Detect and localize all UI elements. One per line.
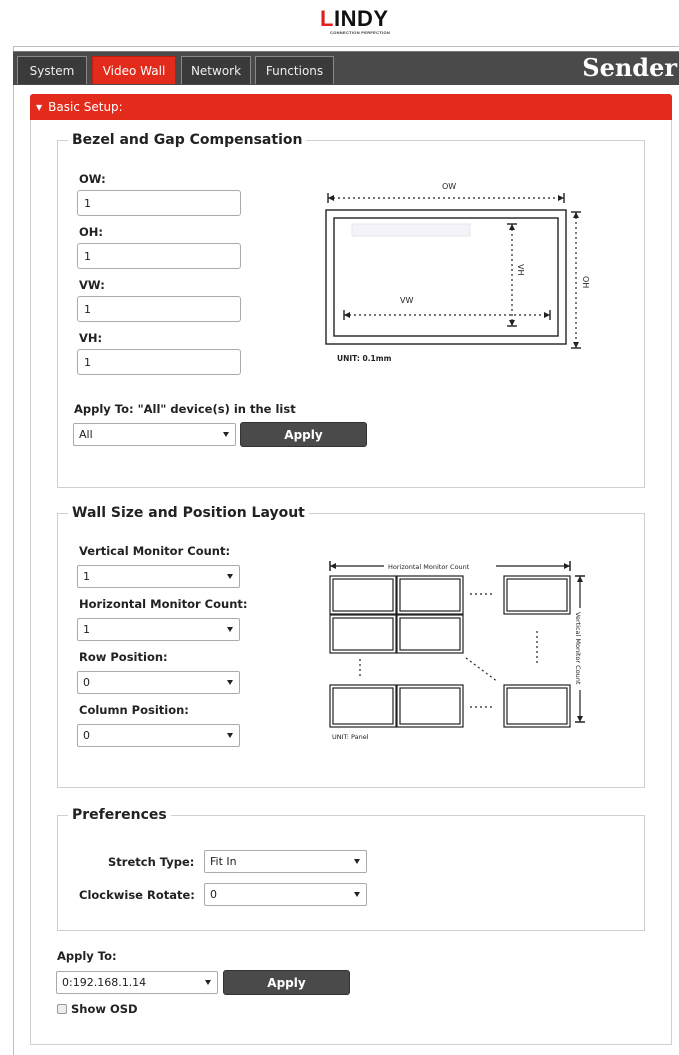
wall-layout-diagram: Horizontal Monitor Count Vertical Monito… bbox=[329, 560, 587, 741]
vh-label: VH: bbox=[79, 331, 103, 345]
preferences-legend: Preferences bbox=[72, 807, 167, 823]
row-position-value: 0 bbox=[83, 676, 90, 689]
stretch-type-label: Stretch Type: bbox=[108, 855, 195, 869]
chevron-down-icon bbox=[227, 680, 233, 685]
chevron-down-icon bbox=[354, 892, 360, 897]
logo-tagline: CONNECTION PERFECTION bbox=[330, 30, 391, 35]
tab-system[interactable]: System bbox=[17, 56, 87, 84]
tab-network[interactable]: Network bbox=[181, 56, 251, 84]
oh-input[interactable]: 1 bbox=[77, 243, 241, 269]
wall-unit-note: UNIT: Panel bbox=[332, 733, 369, 741]
show-osd-checkbox[interactable] bbox=[57, 1004, 67, 1014]
column-position-label: Column Position: bbox=[79, 703, 189, 717]
top-nav-bar: System Video Wall Network Functions Send… bbox=[13, 51, 679, 85]
vw-input[interactable]: 1 bbox=[77, 296, 241, 322]
vw-diagram-label: VW bbox=[400, 296, 413, 305]
chevron-down-icon bbox=[354, 859, 360, 864]
ow-diagram-label: OW bbox=[442, 182, 456, 191]
vertical-count-select[interactable]: 1 bbox=[77, 565, 240, 588]
apply-to-value: 0:192.168.1.14 bbox=[62, 976, 147, 989]
bezel-apply-to-label: Apply To: "All" device(s) in the list bbox=[74, 402, 296, 416]
apply-to-label: Apply To: bbox=[57, 949, 117, 963]
bezel-apply-to-value: All bbox=[79, 428, 93, 441]
stretch-type-select[interactable]: Fit In bbox=[204, 850, 367, 873]
vh-input[interactable]: 1 bbox=[77, 349, 241, 375]
bezel-diagram: OW VW VH OH UNIT: 0.1mm bbox=[325, 182, 590, 363]
chevron-down-icon bbox=[205, 980, 211, 985]
vw-label: VW: bbox=[79, 278, 105, 292]
basic-setup-header[interactable]: ▼ Basic Setup: bbox=[30, 94, 672, 120]
wall-layout-legend: Wall Size and Position Layout bbox=[72, 505, 305, 521]
chevron-down-icon bbox=[227, 627, 233, 632]
clockwise-rotate-value: 0 bbox=[210, 888, 217, 901]
tab-functions[interactable]: Functions bbox=[255, 56, 334, 84]
chevron-down-icon bbox=[227, 733, 233, 738]
bezel-gap-legend: Bezel and Gap Compensation bbox=[72, 132, 303, 148]
vertical-count-value: 1 bbox=[83, 570, 90, 583]
basic-setup-title: Basic Setup: bbox=[48, 100, 123, 114]
oh-diagram-label: OH bbox=[581, 276, 590, 288]
show-osd-label[interactable]: Show OSD bbox=[71, 1002, 138, 1016]
horizontal-count-diagram-label: Horizontal Monitor Count bbox=[388, 563, 470, 571]
collapse-triangle-icon: ▼ bbox=[36, 102, 43, 112]
ow-label: OW: bbox=[79, 172, 106, 186]
bezel-apply-button[interactable]: Apply bbox=[240, 422, 367, 447]
vertical-count-diagram-label: Vertical Monitor Count bbox=[574, 612, 582, 685]
tab-video-wall[interactable]: Video Wall bbox=[92, 56, 176, 84]
oh-label: OH: bbox=[79, 225, 103, 239]
chevron-down-icon bbox=[227, 574, 233, 579]
column-position-select[interactable]: 0 bbox=[77, 724, 240, 747]
chevron-down-icon bbox=[223, 432, 229, 437]
row-position-label: Row Position: bbox=[79, 650, 168, 664]
horizontal-count-label: Horizontal Monitor Count: bbox=[79, 597, 248, 611]
bezel-apply-to-select[interactable]: All bbox=[73, 423, 236, 446]
stretch-type-value: Fit In bbox=[210, 855, 237, 868]
device-role-title: Sender bbox=[582, 53, 677, 82]
ow-input[interactable]: 1 bbox=[77, 190, 241, 216]
row-position-select[interactable]: 0 bbox=[77, 671, 240, 694]
horizontal-count-select[interactable]: 1 bbox=[77, 618, 240, 641]
clockwise-rotate-select[interactable]: 0 bbox=[204, 883, 367, 906]
vh-diagram-label: VH bbox=[516, 264, 525, 276]
vertical-count-label: Vertical Monitor Count: bbox=[79, 544, 231, 558]
brand-header: LINDY CONNECTION PERFECTION bbox=[0, 0, 679, 44]
apply-button[interactable]: Apply bbox=[223, 970, 350, 995]
bezel-unit-note: UNIT: 0.1mm bbox=[337, 354, 392, 363]
lindy-logo: LINDY bbox=[320, 6, 389, 31]
apply-to-select[interactable]: 0:192.168.1.14 bbox=[56, 971, 218, 994]
clockwise-rotate-label: Clockwise Rotate: bbox=[79, 888, 195, 902]
column-position-value: 0 bbox=[83, 729, 90, 742]
horizontal-count-value: 1 bbox=[83, 623, 90, 636]
